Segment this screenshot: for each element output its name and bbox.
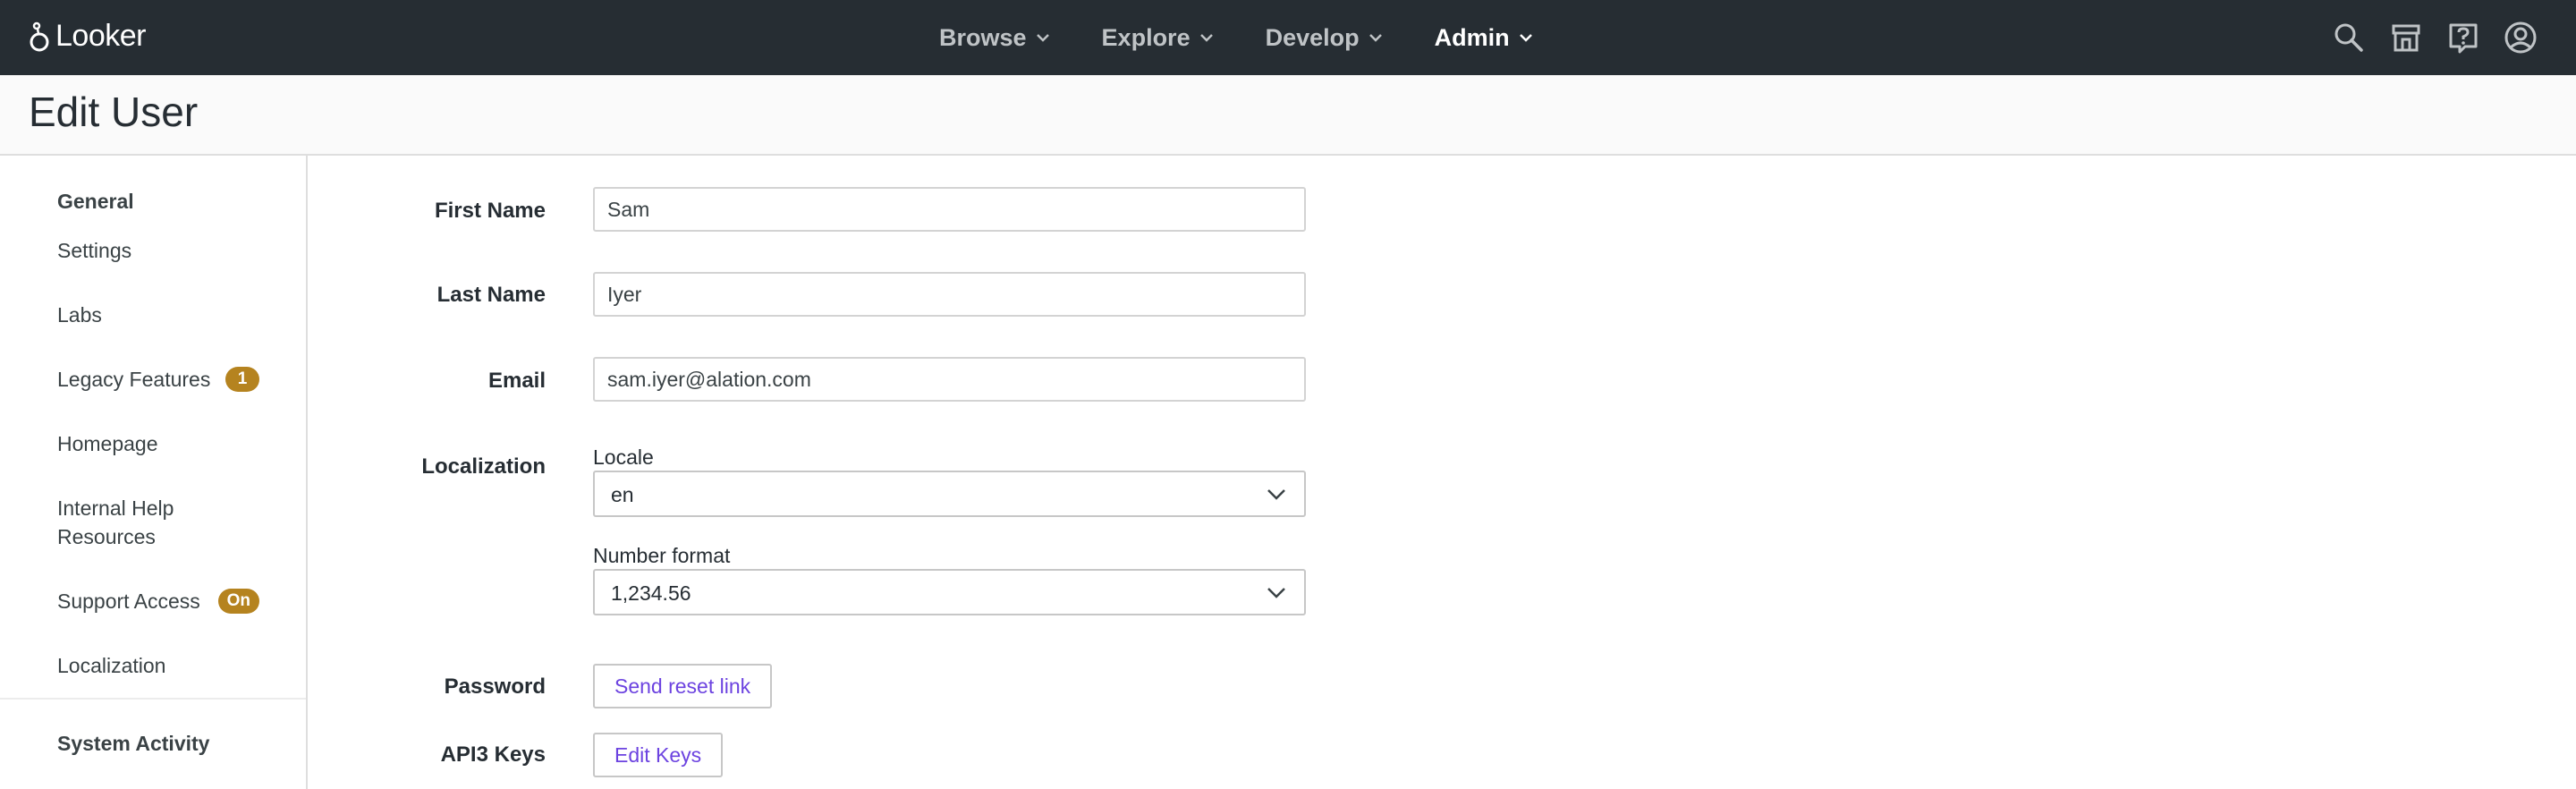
sidebar-item-label: Localization (57, 654, 166, 677)
last-name-label: Last Name (436, 283, 546, 307)
sidebar-item-legacy-features[interactable]: Legacy Features 1 (57, 365, 286, 394)
page-header: Edit User (0, 75, 2576, 156)
sidebar-item-label: Settings (57, 239, 132, 262)
search-button[interactable] (2329, 18, 2368, 57)
nav-develop[interactable]: Develop (1266, 24, 1383, 52)
sidebar-item-label: Labs (57, 303, 102, 327)
chevron-down-icon (1368, 34, 1382, 42)
marketplace-button[interactable] (2386, 18, 2426, 57)
sidebar-divider (0, 698, 306, 700)
marketplace-icon (2392, 24, 2420, 52)
number-format-label: Number format (593, 544, 731, 567)
nav-icon-group (2311, 0, 2540, 75)
support-access-status-badge: On (217, 589, 259, 614)
first-name-label: First Name (434, 199, 546, 223)
account-icon (2504, 21, 2537, 54)
sidebar-item-labs[interactable]: Labs (57, 301, 286, 329)
chevron-down-icon (1519, 34, 1532, 42)
help-icon (2449, 23, 2478, 54)
chevron-down-icon (1199, 34, 1213, 42)
sidebar-item-localization[interactable]: Localization (57, 651, 286, 680)
chevron-down-icon (1036, 34, 1049, 42)
send-reset-link-button[interactable]: Send reset link (593, 664, 773, 708)
password-label: Password (444, 674, 546, 699)
sidebar-item-internal-help-resources[interactable]: Internal Help Resources (57, 494, 236, 551)
locale-select-value: en (611, 483, 634, 506)
looker-logo-icon (30, 21, 49, 52)
sidebar-heading-general: General (57, 190, 134, 213)
logo-text: Looker (55, 18, 146, 53)
sidebar-item-homepage[interactable]: Homepage (57, 429, 286, 458)
page-title: Edit User (29, 89, 199, 135)
number-format-select[interactable]: 1,234.56 (593, 569, 1306, 615)
localization-label: Localization (421, 454, 546, 479)
nav-admin-label: Admin (1434, 23, 1510, 51)
locale-label: Locale (593, 445, 654, 469)
first-name-input[interactable] (593, 187, 1306, 232)
main-nav-menu: Browse Explore Develop Admin (939, 0, 1585, 75)
top-nav: Looker Browse Explore Develop Admin (0, 0, 2576, 75)
looker-logo[interactable]: Looker (29, 18, 146, 54)
email-label: Email (487, 369, 546, 393)
sidebar-heading-system-activity: System Activity (57, 732, 210, 755)
nav-browse-label: Browse (939, 23, 1027, 51)
nav-develop-label: Develop (1265, 23, 1360, 51)
sidebar-item-settings[interactable]: Settings (57, 236, 286, 265)
number-format-select-value: 1,234.56 (611, 581, 691, 605)
nav-admin[interactable]: Admin (1435, 24, 1533, 52)
sidebar-item-support-access[interactable]: Support Access On (57, 587, 286, 615)
search-icon (2334, 23, 2363, 52)
sidebar-item-label: Homepage (57, 432, 158, 455)
account-button[interactable] (2501, 18, 2540, 57)
admin-sidebar: General Settings Labs Legacy Features 1 … (0, 156, 308, 789)
sidebar-item-label: Internal Help Resources (57, 496, 174, 548)
api3-keys-label: API3 Keys (440, 742, 546, 767)
sidebar-item-label: Legacy Features (57, 368, 211, 391)
chevron-down-icon (1267, 588, 1285, 598)
nav-browse[interactable]: Browse (939, 24, 1050, 52)
last-name-input[interactable] (593, 272, 1306, 317)
legacy-features-count-badge: 1 (225, 367, 259, 392)
email-input[interactable] (593, 357, 1306, 402)
locale-select[interactable]: en (593, 471, 1306, 517)
chevron-down-icon (1267, 489, 1285, 500)
help-button[interactable] (2444, 18, 2483, 57)
nav-explore-label: Explore (1101, 23, 1191, 51)
nav-explore[interactable]: Explore (1102, 24, 1214, 52)
sidebar-item-label: Support Access (57, 590, 200, 613)
edit-keys-button[interactable]: Edit Keys (593, 733, 724, 777)
